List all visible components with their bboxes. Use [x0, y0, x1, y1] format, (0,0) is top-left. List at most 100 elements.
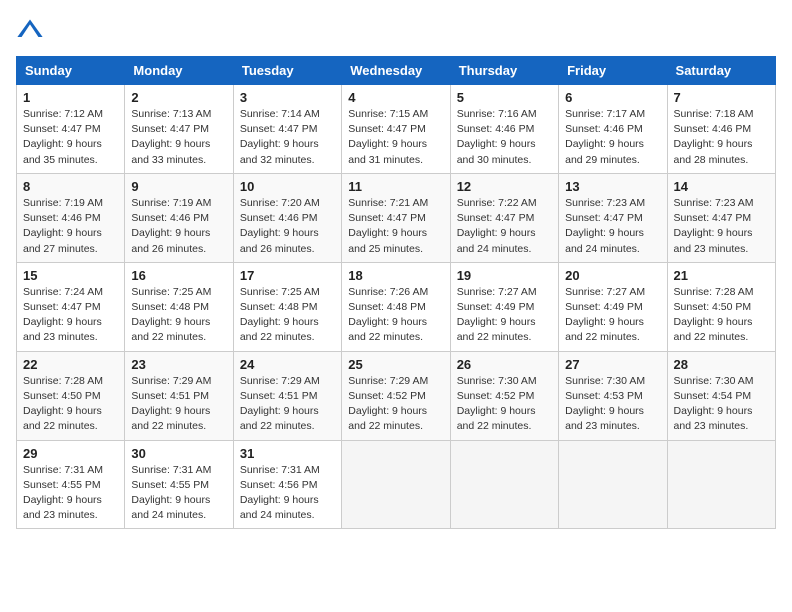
day-info: Sunrise: 7:27 AMSunset: 4:49 PMDaylight:…	[457, 285, 552, 346]
calendar-cell: 22 Sunrise: 7:28 AMSunset: 4:50 PMDayligh…	[17, 351, 125, 440]
day-number: 23	[131, 357, 226, 372]
header-tuesday: Tuesday	[233, 57, 341, 85]
calendar-cell: 7 Sunrise: 7:18 AMSunset: 4:46 PMDaylight…	[667, 85, 775, 174]
day-number: 8	[23, 179, 118, 194]
header-saturday: Saturday	[667, 57, 775, 85]
day-number: 12	[457, 179, 552, 194]
day-info: Sunrise: 7:28 AMSunset: 4:50 PMDaylight:…	[23, 374, 118, 435]
day-info: Sunrise: 7:12 AMSunset: 4:47 PMDaylight:…	[23, 107, 118, 168]
day-number: 4	[348, 90, 443, 105]
calendar-cell: 6 Sunrise: 7:17 AMSunset: 4:46 PMDaylight…	[559, 85, 667, 174]
day-info: Sunrise: 7:13 AMSunset: 4:47 PMDaylight:…	[131, 107, 226, 168]
calendar-cell: 20Sunrise: 7:27 AMSunset: 4:49 PMDayligh…	[559, 262, 667, 351]
day-number: 26	[457, 357, 552, 372]
day-info: Sunrise: 7:19 AMSunset: 4:46 PMDaylight:…	[23, 196, 118, 257]
day-number: 16	[131, 268, 226, 283]
day-info: Sunrise: 7:23 AMSunset: 4:47 PMDaylight:…	[565, 196, 660, 257]
calendar-cell	[559, 440, 667, 529]
calendar-cell: 30Sunrise: 7:31 AMSunset: 4:55 PMDayligh…	[125, 440, 233, 529]
calendar-cell: 4 Sunrise: 7:15 AMSunset: 4:47 PMDaylight…	[342, 85, 450, 174]
day-number: 29	[23, 446, 118, 461]
calendar-cell: 2 Sunrise: 7:13 AMSunset: 4:47 PMDaylight…	[125, 85, 233, 174]
calendar-cell	[342, 440, 450, 529]
day-info: Sunrise: 7:26 AMSunset: 4:48 PMDaylight:…	[348, 285, 443, 346]
day-number: 11	[348, 179, 443, 194]
day-info: Sunrise: 7:29 AMSunset: 4:51 PMDaylight:…	[240, 374, 335, 435]
calendar-cell: 28 Sunrise: 7:30 AMSunset: 4:54 PMDayligh…	[667, 351, 775, 440]
day-number: 14	[674, 179, 769, 194]
calendar-cell: 31 Sunrise: 7:31 AMSunset: 4:56 PMDayligh…	[233, 440, 341, 529]
calendar-cell: 11 Sunrise: 7:21 AMSunset: 4:47 PMDayligh…	[342, 173, 450, 262]
day-number: 27	[565, 357, 660, 372]
calendar-cell: 18 Sunrise: 7:26 AMSunset: 4:48 PMDayligh…	[342, 262, 450, 351]
day-info: Sunrise: 7:30 AMSunset: 4:54 PMDaylight:…	[674, 374, 769, 435]
header-thursday: Thursday	[450, 57, 558, 85]
calendar-cell: 29Sunrise: 7:31 AMSunset: 4:55 PMDayligh…	[17, 440, 125, 529]
day-info: Sunrise: 7:30 AMSunset: 4:52 PMDaylight:…	[457, 374, 552, 435]
header-wednesday: Wednesday	[342, 57, 450, 85]
day-info: Sunrise: 7:25 AMSunset: 4:48 PMDaylight:…	[240, 285, 335, 346]
calendar-week-2: 8 Sunrise: 7:19 AMSunset: 4:46 PMDaylight…	[17, 173, 776, 262]
day-number: 24	[240, 357, 335, 372]
calendar-cell: 15 Sunrise: 7:24 AMSunset: 4:47 PMDayligh…	[17, 262, 125, 351]
day-info: Sunrise: 7:22 AMSunset: 4:47 PMDaylight:…	[457, 196, 552, 257]
calendar-week-3: 15 Sunrise: 7:24 AMSunset: 4:47 PMDayligh…	[17, 262, 776, 351]
day-info: Sunrise: 7:25 AMSunset: 4:48 PMDaylight:…	[131, 285, 226, 346]
day-info: Sunrise: 7:27 AMSunset: 4:49 PMDaylight:…	[565, 285, 660, 346]
day-number: 1	[23, 90, 118, 105]
calendar-cell: 12 Sunrise: 7:22 AMSunset: 4:47 PMDayligh…	[450, 173, 558, 262]
day-info: Sunrise: 7:19 AMSunset: 4:46 PMDaylight:…	[131, 196, 226, 257]
calendar-cell: 10Sunrise: 7:20 AMSunset: 4:46 PMDayligh…	[233, 173, 341, 262]
day-number: 25	[348, 357, 443, 372]
calendar-cell: 3 Sunrise: 7:14 AMSunset: 4:47 PMDaylight…	[233, 85, 341, 174]
day-number: 18	[348, 268, 443, 283]
day-info: Sunrise: 7:15 AMSunset: 4:47 PMDaylight:…	[348, 107, 443, 168]
logo	[16, 16, 48, 44]
calendar-cell: 14 Sunrise: 7:23 AMSunset: 4:47 PMDayligh…	[667, 173, 775, 262]
day-info: Sunrise: 7:23 AMSunset: 4:47 PMDaylight:…	[674, 196, 769, 257]
header-friday: Friday	[559, 57, 667, 85]
calendar-week-1: 1 Sunrise: 7:12 AMSunset: 4:47 PMDaylight…	[17, 85, 776, 174]
day-number: 10	[240, 179, 335, 194]
day-info: Sunrise: 7:17 AMSunset: 4:46 PMDaylight:…	[565, 107, 660, 168]
calendar-cell: 8 Sunrise: 7:19 AMSunset: 4:46 PMDaylight…	[17, 173, 125, 262]
day-info: Sunrise: 7:18 AMSunset: 4:46 PMDaylight:…	[674, 107, 769, 168]
day-number: 5	[457, 90, 552, 105]
calendar-cell: 21Sunrise: 7:28 AMSunset: 4:50 PMDayligh…	[667, 262, 775, 351]
day-info: Sunrise: 7:31 AMSunset: 4:56 PMDaylight:…	[240, 463, 335, 524]
calendar-cell: 25Sunrise: 7:29 AMSunset: 4:52 PMDayligh…	[342, 351, 450, 440]
calendar-cell: 16 Sunrise: 7:25 AMSunset: 4:48 PMDayligh…	[125, 262, 233, 351]
header-monday: Monday	[125, 57, 233, 85]
calendar-cell: 23 Sunrise: 7:29 AMSunset: 4:51 PMDayligh…	[125, 351, 233, 440]
logo-icon	[16, 16, 44, 44]
day-number: 3	[240, 90, 335, 105]
day-info: Sunrise: 7:21 AMSunset: 4:47 PMDaylight:…	[348, 196, 443, 257]
header-sunday: Sunday	[17, 57, 125, 85]
calendar-cell: 26 Sunrise: 7:30 AMSunset: 4:52 PMDayligh…	[450, 351, 558, 440]
day-info: Sunrise: 7:14 AMSunset: 4:47 PMDaylight:…	[240, 107, 335, 168]
calendar-cell: 5 Sunrise: 7:16 AMSunset: 4:46 PMDaylight…	[450, 85, 558, 174]
day-number: 2	[131, 90, 226, 105]
day-info: Sunrise: 7:31 AMSunset: 4:55 PMDaylight:…	[131, 463, 226, 524]
day-info: Sunrise: 7:16 AMSunset: 4:46 PMDaylight:…	[457, 107, 552, 168]
calendar-cell: 27 Sunrise: 7:30 AMSunset: 4:53 PMDayligh…	[559, 351, 667, 440]
calendar-week-5: 29 Sunrise: 7:31 AMSunset: 4:55 PMDayligh…	[17, 440, 776, 529]
day-number: 7	[674, 90, 769, 105]
day-number: 17	[240, 268, 335, 283]
day-number: 13	[565, 179, 660, 194]
calendar-cell: 9 Sunrise: 7:19 AMSunset: 4:46 PMDaylight…	[125, 173, 233, 262]
day-number: 15	[23, 268, 118, 283]
day-info: Sunrise: 7:29 AMSunset: 4:51 PMDaylight:…	[131, 374, 226, 435]
day-info: Sunrise: 7:24 AMSunset: 4:47 PMDaylight:…	[23, 285, 118, 346]
day-info: Sunrise: 7:28 AMSunset: 4:50 PMDaylight:…	[674, 285, 769, 346]
day-number: 22	[23, 357, 118, 372]
day-number: 9	[131, 179, 226, 194]
day-number: 28	[674, 357, 769, 372]
calendar-cell: 19Sunrise: 7:27 AMSunset: 4:49 PMDayligh…	[450, 262, 558, 351]
day-number: 6	[565, 90, 660, 105]
calendar-cell: 13 Sunrise: 7:23 AMSunset: 4:47 PMDayligh…	[559, 173, 667, 262]
day-number: 31	[240, 446, 335, 461]
calendar-cell: 1 Sunrise: 7:12 AMSunset: 4:47 PMDaylight…	[17, 85, 125, 174]
calendar-header-row: SundayMondayTuesdayWednesdayThursdayFrid…	[17, 57, 776, 85]
day-info: Sunrise: 7:30 AMSunset: 4:53 PMDaylight:…	[565, 374, 660, 435]
